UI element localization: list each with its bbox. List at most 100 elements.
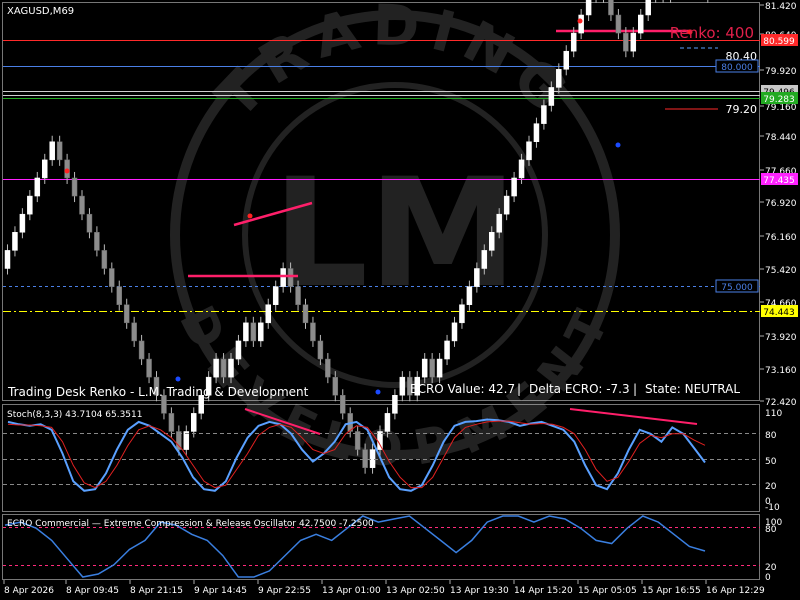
renko-brick-down (138, 340, 145, 360)
renko-brick-up (451, 322, 458, 342)
renko-brick-up (377, 431, 383, 450)
renko-brick-down (302, 304, 309, 324)
renko-brick-up (12, 232, 18, 251)
renko-brick-up (27, 195, 33, 215)
renko-brick-down (146, 358, 152, 378)
renko-brick-up (399, 376, 406, 396)
renko-size-label: Renko: 400 (670, 24, 754, 42)
renko-brick-up (392, 395, 398, 414)
renko-brick-up (369, 449, 376, 468)
renko-brick-down (220, 358, 227, 378)
ecro-tick-label: 0 (765, 573, 771, 583)
renko-brick-down (56, 141, 63, 161)
fractal-high-marker (247, 213, 253, 219)
stoch-label: Stoch(8,3,3) 43.7104 65.3511 (7, 410, 142, 420)
renko-brick-up (213, 358, 219, 378)
renko-brick-up (436, 358, 443, 378)
renko-brick-up (265, 304, 271, 324)
renko-brick-down (123, 304, 130, 324)
renko-brick-down (623, 32, 629, 52)
price-level-badge-text: 74.443 (763, 308, 795, 318)
stoch-tick-label: 20 (765, 482, 777, 492)
state-text: State: NEUTRAL (645, 382, 740, 396)
renko-brick-up (503, 195, 510, 215)
renko-brick-up (466, 286, 473, 305)
renko-brick-up (4, 250, 11, 269)
stoch-axis: 1108050200-10 (765, 409, 782, 513)
stoch-tick-label: 80 (765, 431, 777, 441)
price-level-badge-text: 80.599 (763, 37, 795, 47)
time-tick-label: 9 Apr 14:45 (194, 586, 247, 596)
symbol-timeframe-label: XAGUSD,M69 (7, 6, 74, 17)
renko-brick-up (489, 232, 495, 251)
renko-brick-up (19, 213, 26, 233)
renko-brick-up (563, 50, 569, 70)
renko-brick-up (191, 413, 197, 432)
status-separator: | (517, 382, 521, 396)
time-tick-label: 15 Apr 16:55 (642, 586, 701, 596)
renko-brick-down (79, 195, 85, 215)
time-tick-label: 8 Apr 21:15 (130, 586, 183, 596)
renko-brick-up (578, 14, 584, 34)
fractal-high-marker (577, 18, 583, 24)
renko-brick-down (429, 358, 435, 378)
renko-brick-up (645, 0, 651, 16)
renko-chart-window[interactable]: TRADING DEVELOPMENT LM XAGUSD (0, 0, 800, 600)
renko-brick-down (362, 449, 368, 468)
renko-brick-down (354, 431, 361, 450)
renko-brick-up (585, 0, 592, 16)
time-tick-label: 13 Apr 19:30 (450, 586, 509, 596)
renko-brick-up (183, 431, 190, 450)
ecro-tick-label: 80 (765, 525, 777, 535)
time-tick-label: 16 Apr 12:29 (706, 586, 765, 596)
renko-brick-up (570, 32, 577, 52)
time-tick-label: 8 Apr 09:45 (66, 586, 119, 596)
time-tick-label: 13 Apr 02:50 (386, 586, 445, 596)
fractal-low-marker (375, 389, 381, 395)
renko-brick-down (71, 177, 78, 197)
desk-label: Trading Desk Renko - L.M. Trading & Deve… (7, 385, 309, 399)
renko-brick-up (511, 177, 517, 197)
price-tick-label: 76.920 (765, 199, 797, 209)
renko-brick-down (131, 322, 137, 342)
time-tick-label: 9 Apr 22:55 (258, 586, 311, 596)
renko-brick-up (49, 141, 55, 161)
renko-brick-up (541, 105, 547, 124)
price-level-badge-text: 79.283 (763, 95, 795, 105)
renko-brick-down (608, 0, 614, 16)
renko-brick-up (258, 322, 264, 342)
renko-brick-down (176, 431, 182, 450)
time-axis[interactable]: 8 Apr 2026 8 Apr 09:45 8 Apr 21:15 9 Apr 14… (3, 580, 765, 596)
ecro-pane: ECRO Commercial — Extreme Compression & … (3, 515, 760, 578)
renko-brick-down (325, 358, 331, 378)
renko-brick-down (615, 14, 622, 34)
renko-brick-up (533, 123, 540, 142)
level-79-20-label: 79.20 (726, 103, 758, 116)
renko-brick-down (94, 232, 100, 251)
renko-brick-up (421, 358, 428, 378)
renko-brick-up (280, 268, 286, 287)
ecro-label: ECRO Commercial — Extreme Compression & … (7, 519, 374, 529)
renko-brick-up (228, 358, 234, 378)
stoch-divergence-line (569, 408, 698, 425)
renko-brick-up (42, 159, 48, 179)
ecro-axis: 10080200 (765, 518, 782, 583)
ecro-tick-label: 20 (765, 563, 777, 573)
price-tick-label: 76.160 (765, 233, 797, 243)
renko-brick-down (310, 322, 316, 342)
watermark-logo: LM (273, 147, 518, 321)
renko-brick-up (481, 250, 488, 269)
renko-brick-up (630, 32, 637, 52)
stoch-tick-label: 50 (765, 457, 777, 467)
renko-brick-up (34, 177, 41, 197)
fractal-low-marker (175, 376, 181, 382)
renko-brick-up (474, 268, 480, 287)
price-axis[interactable]: 81.42080.64079.92079.16078.44077.66076.9… (715, 2, 798, 408)
renko-brick-up (459, 304, 465, 324)
renko-brick-up (548, 87, 555, 106)
time-tick-label: 13 Apr 01:00 (322, 586, 381, 596)
price-tick-label: 75.420 (765, 266, 797, 276)
renko-brick-down (168, 413, 175, 432)
status-separator: | (633, 382, 637, 396)
renko-brick-up (235, 340, 242, 360)
